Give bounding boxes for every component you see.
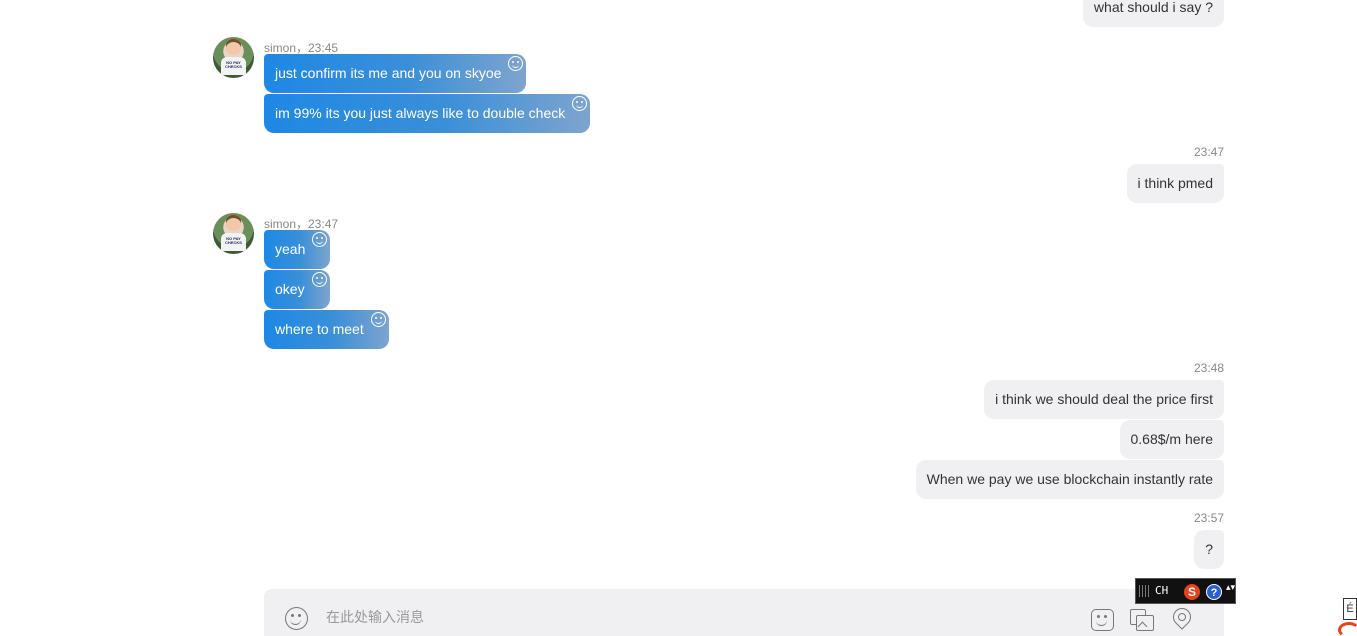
message-input[interactable] bbox=[326, 606, 1026, 630]
help-icon[interactable]: ? bbox=[1206, 584, 1222, 600]
message-text: where to meet bbox=[275, 321, 364, 337]
outgoing-message[interactable]: When we pay we use blockchain instantly … bbox=[915, 460, 1224, 499]
image-icon[interactable] bbox=[1130, 609, 1154, 631]
smile-react-icon[interactable] bbox=[572, 96, 588, 111]
incoming-message[interactable]: yeah bbox=[264, 230, 331, 269]
smile-react-icon[interactable] bbox=[508, 56, 524, 71]
message-text: i think we should deal the price first bbox=[995, 391, 1213, 407]
outgoing-message[interactable]: ? bbox=[1194, 530, 1224, 569]
timestamp: 23:57 bbox=[1193, 511, 1224, 525]
corner-widget[interactable]: É bbox=[1343, 598, 1357, 620]
ime-menu-icon[interactable]: ▴▾ bbox=[1226, 583, 1235, 601]
smile-react-icon[interactable] bbox=[312, 232, 328, 247]
sticker-icon[interactable] bbox=[1091, 609, 1114, 631]
avatar-shirt-text: NO PAY CHECKS bbox=[225, 236, 242, 245]
drag-handle-icon[interactable] bbox=[1139, 585, 1149, 597]
incoming-message[interactable]: okey bbox=[264, 270, 330, 309]
avatar[interactable]: NO PAY CHECKS bbox=[213, 213, 254, 254]
message-text: i think pmed bbox=[1137, 175, 1213, 191]
timestamp: 23:48 bbox=[1193, 361, 1224, 375]
message-text: im 99% its you just always like to doubl… bbox=[275, 105, 566, 121]
outgoing-message[interactable]: 0.68$/m here bbox=[1119, 420, 1224, 459]
outgoing-message[interactable]: i think we should deal the price first bbox=[984, 380, 1224, 419]
message-text: ? bbox=[1205, 541, 1213, 557]
message-text: what should i say ? bbox=[1093, 0, 1213, 15]
avatar-shirt-text: NO PAY CHECKS bbox=[225, 60, 242, 69]
message-text: okey bbox=[275, 281, 305, 297]
outgoing-message[interactable]: what should i say ? bbox=[1082, 0, 1224, 27]
emoji-icon[interactable] bbox=[285, 607, 308, 630]
ime-language[interactable]: CH bbox=[1155, 584, 1168, 598]
message-text: 0.68$/m here bbox=[1130, 431, 1214, 447]
smile-react-icon[interactable] bbox=[311, 272, 327, 287]
incoming-message[interactable]: just confirm its me and you on skyoe bbox=[264, 54, 527, 93]
ime-toolbar[interactable]: CH S ? ▴▾ bbox=[1135, 578, 1236, 604]
location-icon[interactable] bbox=[1172, 608, 1190, 632]
outgoing-message[interactable]: i think pmed bbox=[1126, 164, 1224, 203]
timestamp: 23:47 bbox=[1193, 145, 1224, 159]
avatar[interactable]: NO PAY CHECKS bbox=[213, 37, 254, 78]
smile-react-icon[interactable] bbox=[370, 312, 386, 327]
sogou-tray-icon[interactable] bbox=[1338, 622, 1357, 636]
message-composer bbox=[264, 589, 1224, 636]
message-text: yeah bbox=[275, 241, 306, 257]
sogou-logo-icon[interactable]: S bbox=[1184, 584, 1200, 600]
message-text: When we pay we use blockchain instantly … bbox=[926, 471, 1213, 487]
incoming-message[interactable]: where to meet bbox=[264, 310, 389, 349]
message-text: just confirm its me and you on skyoe bbox=[275, 65, 502, 81]
incoming-message[interactable]: im 99% its you just always like to doubl… bbox=[264, 94, 591, 133]
